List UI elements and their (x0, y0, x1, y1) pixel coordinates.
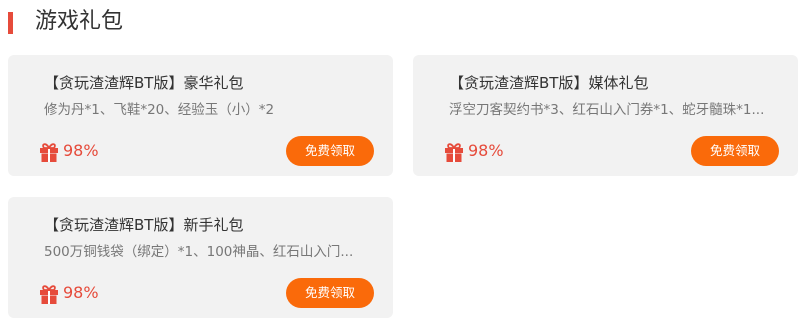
claim-percentage: 98% (63, 141, 99, 160)
claim-percentage: 98% (468, 141, 504, 160)
section-accent-bar (8, 12, 13, 34)
pack-description: 浮空刀客契约书*3、红石山入门券*1、蛇牙髓珠*1... (449, 102, 765, 118)
gift-pack-card: 【贪玩渣渣辉BT版】新手礼包 500万铜钱袋（绑定）*1、100神晶、红石山入门… (8, 197, 393, 318)
claim-button[interactable]: 免费领取 (691, 136, 779, 166)
claim-button[interactable]: 免费领取 (286, 136, 374, 166)
pack-name: 【贪玩渣渣辉BT版】媒体礼包 (449, 74, 649, 92)
gift-pack-card: 【贪玩渣渣辉BT版】媒体礼包 浮空刀客契约书*3、红石山入门券*1、蛇牙髓珠*1… (413, 55, 798, 176)
section-header: 游戏礼包 (0, 0, 804, 46)
gift-pack-card: 【贪玩渣渣辉BT版】豪华礼包 修为丹*1、飞鞋*20、经验玉（小）*2 98% … (8, 55, 393, 176)
pack-description: 500万铜钱袋（绑定）*1、100神晶、红石山入门... (44, 244, 354, 260)
gift-icon (40, 143, 58, 162)
pack-name: 【贪玩渣渣辉BT版】豪华礼包 (44, 74, 244, 92)
claim-percentage: 98% (63, 283, 99, 302)
pack-description: 修为丹*1、飞鞋*20、经验玉（小）*2 (44, 102, 275, 118)
gift-icon (40, 285, 58, 304)
claim-button[interactable]: 免费领取 (286, 278, 374, 308)
section-title: 游戏礼包 (35, 9, 124, 34)
pack-name: 【贪玩渣渣辉BT版】新手礼包 (44, 216, 244, 234)
gift-icon (445, 143, 463, 162)
